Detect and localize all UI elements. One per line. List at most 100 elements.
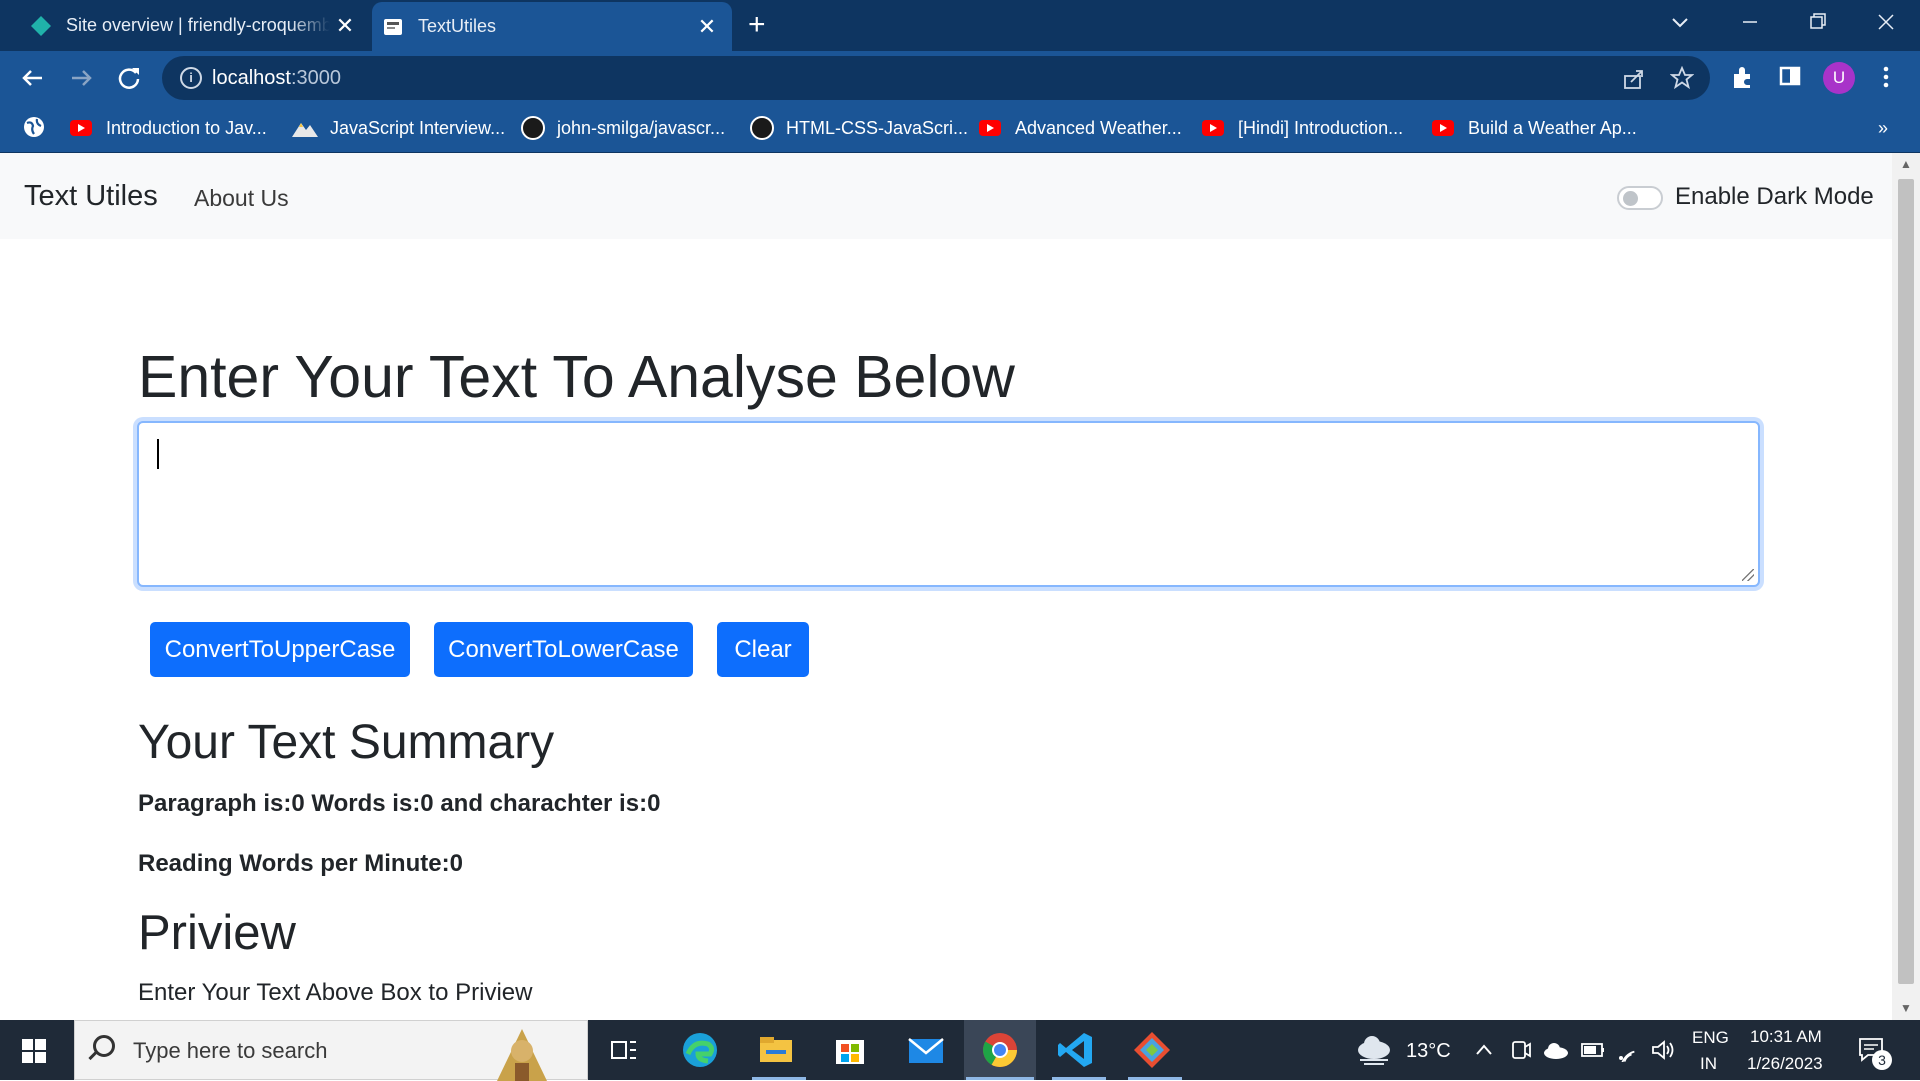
bookmark-item[interactable]: Build a Weather Ap... xyxy=(1432,115,1637,141)
browser-tab-strip: Site overview | friendly-croquembouche ✕… xyxy=(0,0,1920,51)
edge-browser-icon[interactable] xyxy=(680,1030,720,1070)
netlify-diamond-icon xyxy=(31,15,51,36)
reading-time: Reading Words per Minute:0 xyxy=(138,850,463,877)
tab-title: Site overview | friendly-croquembouche xyxy=(66,15,330,35)
github-icon xyxy=(521,116,545,140)
weather-cloud-icon[interactable] xyxy=(1354,1032,1394,1066)
reload-icon[interactable] xyxy=(114,63,144,93)
page-scrollbar[interactable]: ▲ ▼ xyxy=(1892,153,1920,1020)
summary-counts: Paragraph is:0 Words is:0 and charachter… xyxy=(138,790,661,817)
tab-textutiles[interactable]: TextUtiles ✕ xyxy=(372,2,732,51)
profile-avatar[interactable]: U xyxy=(1823,62,1855,94)
new-tab-button[interactable]: + xyxy=(748,8,766,42)
web-page: Text Utiles About Us Enable Dark Mode En… xyxy=(0,153,1892,1020)
bookmark-label: [Hindi] Introduction... xyxy=(1238,117,1404,138)
forward-arrow-icon[interactable] xyxy=(66,63,96,93)
text-caret xyxy=(157,439,159,469)
tab-search-chevron-icon[interactable] xyxy=(1668,0,1692,44)
app-navbar: Text Utiles About Us Enable Dark Mode xyxy=(0,153,1892,239)
convert-uppercase-button[interactable]: ConvertToUpperCase xyxy=(150,622,410,677)
show-hidden-icons-chevron-icon[interactable] xyxy=(1474,1040,1494,1060)
file-explorer-icon[interactable] xyxy=(756,1030,796,1070)
microsoft-store-icon[interactable] xyxy=(830,1030,870,1070)
taskbar-search[interactable]: Type here to search xyxy=(74,1020,588,1081)
dark-mode-toggle[interactable] xyxy=(1617,186,1663,210)
close-window-icon[interactable] xyxy=(1874,0,1898,44)
youtube-icon xyxy=(979,120,1001,136)
clear-button[interactable]: Clear xyxy=(717,622,809,677)
side-panel-icon[interactable] xyxy=(1778,64,1802,88)
volume-icon[interactable] xyxy=(1650,1038,1676,1062)
toggle-knob xyxy=(1623,191,1638,206)
github-icon xyxy=(750,116,774,140)
scrollbar-thumb[interactable] xyxy=(1898,179,1914,984)
url-port: :3000 xyxy=(290,67,341,89)
close-tab-icon[interactable]: ✕ xyxy=(330,13,360,39)
windows-start-icon[interactable] xyxy=(22,1039,46,1063)
search-placeholder: Type here to search xyxy=(133,1038,328,1063)
bookmarks-overflow-icon[interactable]: » xyxy=(1878,115,1888,141)
input-region[interactable]: IN xyxy=(1700,1054,1717,1074)
close-tab-icon[interactable]: ✕ xyxy=(692,14,722,40)
preview-heading: Priview xyxy=(138,906,296,960)
bookmark-item[interactable]: [Hindi] Introduction... xyxy=(1202,115,1403,141)
mail-icon[interactable] xyxy=(906,1030,946,1070)
summary-heading: Your Text Summary xyxy=(138,716,555,769)
youtube-icon xyxy=(1202,120,1224,136)
search-highlight-pharaoh-icon xyxy=(497,1029,547,1081)
bookmark-item[interactable]: HTML-CSS-JavaScri... xyxy=(750,115,968,141)
site-info-icon[interactable]: i xyxy=(180,67,202,89)
youtube-icon xyxy=(1432,120,1454,136)
tab-site-overview[interactable]: Site overview | friendly-croquembouche ✕ xyxy=(20,0,370,51)
nav-link-about[interactable]: About Us xyxy=(194,185,289,212)
url-text: localhost:3000 xyxy=(212,67,341,90)
scroll-down-icon[interactable]: ▼ xyxy=(1900,1001,1912,1015)
bookmark-item[interactable]: JavaScript Interview... xyxy=(292,115,505,141)
share-icon[interactable] xyxy=(1622,67,1646,91)
more-menu-icon[interactable] xyxy=(1874,64,1898,90)
clock-time[interactable]: 10:31 AM xyxy=(1750,1027,1822,1047)
chrome-icon[interactable] xyxy=(980,1030,1020,1070)
url-host: localhost xyxy=(212,67,291,89)
notification-count-badge: 3 xyxy=(1872,1050,1892,1070)
convert-lowercase-button[interactable]: ConvertToLowerCase xyxy=(434,622,693,677)
page-favicon-icon xyxy=(384,18,402,35)
clock-date[interactable]: 1/26/2023 xyxy=(1747,1054,1823,1074)
bookmark-label: Build a Weather Ap... xyxy=(1468,117,1637,138)
address-bar[interactable]: i localhost:3000 xyxy=(162,56,1710,100)
page-heading: Enter Your Text To Analyse Below xyxy=(138,344,1015,410)
bookmark-item[interactable]: john-smilga/javascr... xyxy=(521,115,725,141)
input-language[interactable]: ENG xyxy=(1692,1028,1729,1048)
minimize-icon[interactable] xyxy=(1738,0,1762,44)
mountain-icon xyxy=(292,123,318,137)
bookmark-item[interactable]: Introduction to Jav... xyxy=(70,115,267,141)
resize-grip-icon[interactable] xyxy=(1742,569,1754,581)
scroll-up-icon[interactable]: ▲ xyxy=(1900,157,1912,171)
preview-text: Enter Your Text Above Box to Priview xyxy=(138,979,533,1006)
battery-icon[interactable] xyxy=(1580,1040,1606,1060)
task-view-icon[interactable] xyxy=(604,1030,644,1070)
bookmark-label: HTML-CSS-JavaScri... xyxy=(786,117,969,138)
bookmark-label: JavaScript Interview... xyxy=(330,117,506,138)
youtube-icon xyxy=(70,120,92,136)
wifi-icon[interactable] xyxy=(1616,1038,1640,1062)
tab-title: TextUtiles xyxy=(418,16,497,36)
restore-icon[interactable] xyxy=(1806,0,1830,44)
dark-mode-label[interactable]: Enable Dark Mode xyxy=(1675,183,1874,211)
browser-toolbar: i localhost:3000 U xyxy=(0,51,1920,105)
text-input-area[interactable] xyxy=(137,421,1760,587)
back-arrow-icon[interactable] xyxy=(18,63,48,93)
bookmark-item[interactable]: Advanced Weather... xyxy=(979,115,1182,141)
bookmark-label: john-smilga/javascr... xyxy=(557,117,726,138)
navbar-brand[interactable]: Text Utiles xyxy=(24,180,158,213)
bookmark-label: Introduction to Jav... xyxy=(106,117,267,138)
bookmark-star-icon[interactable] xyxy=(1670,66,1694,90)
git-icon[interactable] xyxy=(1132,1030,1172,1070)
globe-icon[interactable] xyxy=(22,115,46,139)
onedrive-cloud-icon[interactable] xyxy=(1542,1040,1570,1060)
temperature[interactable]: 13°C xyxy=(1406,1040,1451,1063)
extensions-puzzle-icon[interactable] xyxy=(1730,64,1756,90)
vscode-icon[interactable] xyxy=(1056,1030,1096,1070)
meet-now-icon[interactable] xyxy=(1510,1038,1532,1062)
search-icon xyxy=(93,1035,115,1057)
